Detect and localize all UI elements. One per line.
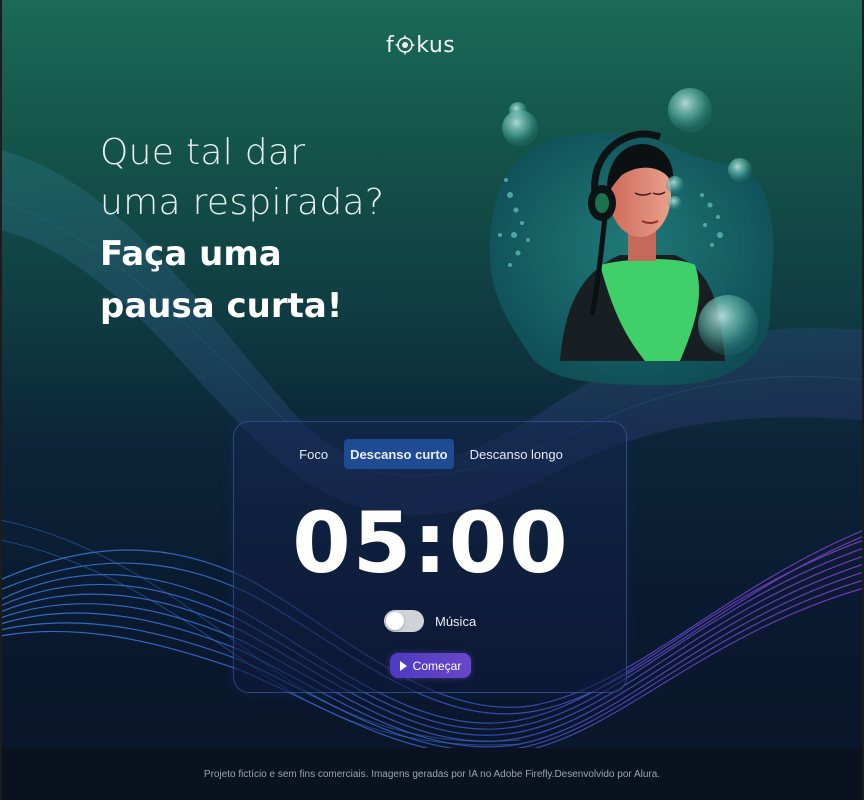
fokus-logo: f kus bbox=[386, 30, 455, 60]
footer-text: Projeto fictício e sem fins comerciais. … bbox=[203, 768, 661, 780]
mode-tabs: Foco Descanso curto Descanso longo bbox=[234, 439, 628, 469]
start-button-label: Começar bbox=[412, 658, 462, 673]
timer-display: 05:00 bbox=[292, 494, 570, 592]
logo-text-suffix: kus bbox=[416, 32, 456, 58]
hero-image-woman-with-headphones bbox=[490, 88, 774, 385]
music-control: Música bbox=[384, 610, 476, 632]
page: f kus Que tal dar uma respirada? Faça um… bbox=[0, 0, 864, 800]
footer: Projeto fictício e sem fins comerciais. … bbox=[0, 748, 864, 800]
hero-strong-2: pausa curta! bbox=[100, 286, 343, 326]
music-label: Música bbox=[435, 613, 477, 629]
hero-strong-1: Faça uma bbox=[100, 234, 282, 274]
play-icon bbox=[399, 660, 407, 671]
start-button[interactable]: Começar bbox=[390, 653, 471, 678]
tab-descanso-longo[interactable]: Descanso longo bbox=[462, 439, 571, 469]
timer-card: Foco Descanso curto Descanso longo 05:00… bbox=[233, 421, 627, 693]
hero-heading: Que tal dar uma respirada? Faça uma paus… bbox=[100, 128, 480, 332]
toggle-knob bbox=[386, 612, 404, 630]
logo-text-prefix: f bbox=[386, 32, 395, 58]
tab-descanso-curto[interactable]: Descanso curto bbox=[344, 439, 454, 469]
hero-line-2: uma respirada? bbox=[100, 182, 385, 223]
music-toggle[interactable] bbox=[384, 610, 424, 632]
tab-foco[interactable]: Foco bbox=[291, 439, 336, 469]
hero-line-1: Que tal dar bbox=[100, 132, 306, 173]
target-o-icon bbox=[395, 35, 415, 55]
